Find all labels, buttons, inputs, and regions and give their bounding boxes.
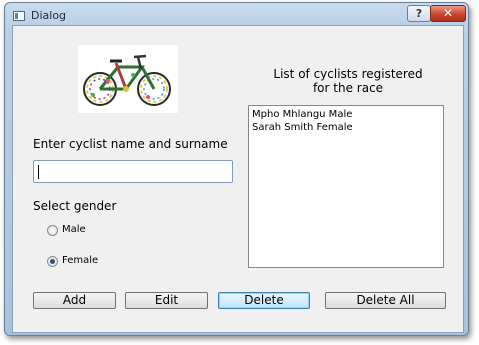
help-button[interactable]: ? (407, 5, 431, 22)
delete-button[interactable]: Delete (218, 292, 310, 309)
radio-male-label: Male (62, 224, 86, 235)
list-title-line1: List of cyclists registered (273, 67, 423, 81)
radio-female-indicator[interactable] (47, 256, 58, 267)
list-item[interactable]: Mpho Mhlangu Male (252, 109, 352, 120)
add-button[interactable]: Add (33, 292, 116, 309)
gender-prompt-label: Select gender (33, 199, 117, 213)
delete-all-button[interactable]: Delete All (325, 292, 446, 309)
text-caret (38, 165, 39, 179)
bicycle-icon (83, 54, 171, 106)
list-item[interactable]: Sarah Smith Female (252, 122, 353, 133)
radio-male[interactable]: Male (47, 224, 127, 238)
window-title: Dialog (31, 9, 67, 22)
cyclists-listbox[interactable]: Mpho Mhlangu Male Sarah Smith Female (248, 105, 444, 268)
radio-female[interactable]: Female (47, 255, 127, 269)
list-title-line2: for the race (312, 81, 384, 95)
close-button[interactable]: ✕ (430, 5, 466, 22)
window-icon (13, 11, 25, 21)
radio-male-indicator[interactable] (47, 225, 58, 236)
radio-female-label: Female (62, 255, 99, 266)
name-prompt-label: Enter cyclist name and surname (33, 137, 228, 151)
cyclists-list-title: List of cyclists registered for the race (250, 67, 446, 95)
bicycle-image (78, 45, 178, 113)
cyclist-name-input[interactable] (33, 160, 233, 183)
edit-button[interactable]: Edit (125, 292, 208, 309)
